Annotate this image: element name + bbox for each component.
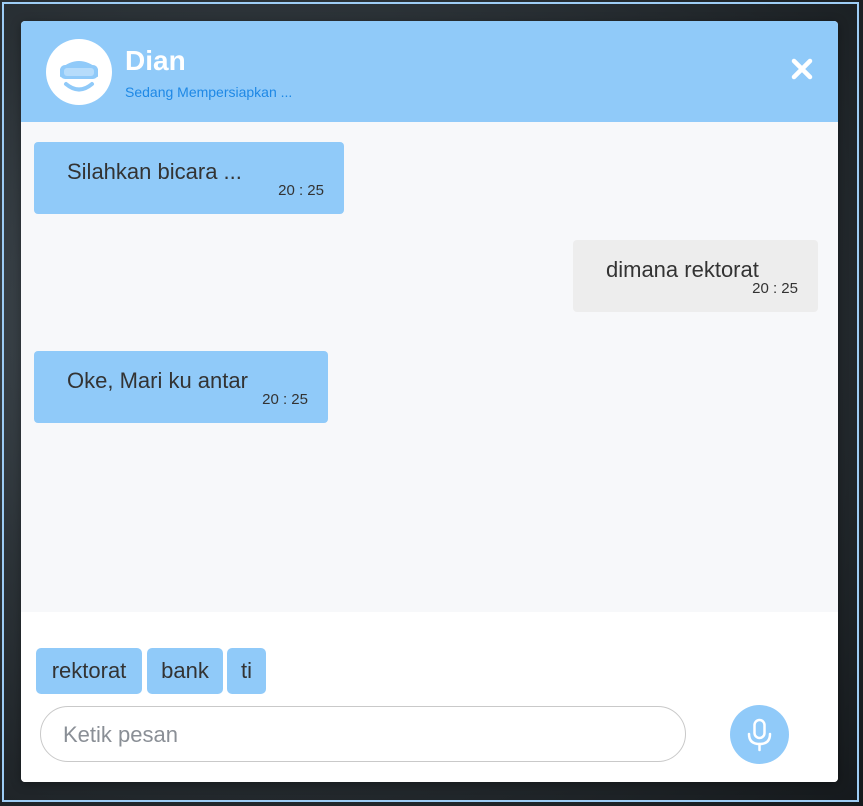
- microphone-icon: [747, 718, 772, 752]
- microphone-button[interactable]: [730, 705, 789, 764]
- message-text: Silahkan bicara ...: [67, 159, 242, 184]
- message-input-wrapper: [40, 706, 686, 762]
- message-time: 20 : 25: [262, 391, 308, 408]
- chat-window: Dian Sedang Mempersiapkan ... Silahkan b…: [21, 21, 838, 782]
- message-bubble-bot: Silahkan bicara ... 20 : 25: [34, 142, 344, 214]
- message-input[interactable]: [61, 717, 665, 753]
- agent-avatar: [46, 39, 112, 105]
- quick-reply-rektorat[interactable]: rektorat: [36, 648, 142, 694]
- agent-name: Dian: [125, 45, 186, 76]
- quick-reply-bank[interactable]: bank: [147, 648, 223, 694]
- message-text: Oke, Mari ku antar: [67, 368, 248, 393]
- message-bubble-user: dimana rektorat 20 : 25: [573, 240, 818, 312]
- chat-header: Dian Sedang Mempersiapkan ...: [21, 21, 838, 122]
- message-text: dimana rektorat: [606, 257, 759, 282]
- message-time: 20 : 25: [752, 280, 798, 297]
- message-list[interactable]: Silahkan bicara ... 20 : 25 dimana rekto…: [21, 122, 838, 612]
- quick-reply-ti[interactable]: ti: [227, 648, 266, 694]
- close-button[interactable]: [787, 54, 817, 84]
- robot-visor-icon: [60, 61, 98, 92]
- message-time: 20 : 25: [278, 182, 324, 199]
- message-bubble-bot: Oke, Mari ku antar 20 : 25: [34, 351, 328, 423]
- composer-area: rektorat bank ti: [21, 612, 838, 782]
- close-icon: [791, 58, 813, 80]
- agent-status: Sedang Mempersiapkan ...: [125, 84, 293, 100]
